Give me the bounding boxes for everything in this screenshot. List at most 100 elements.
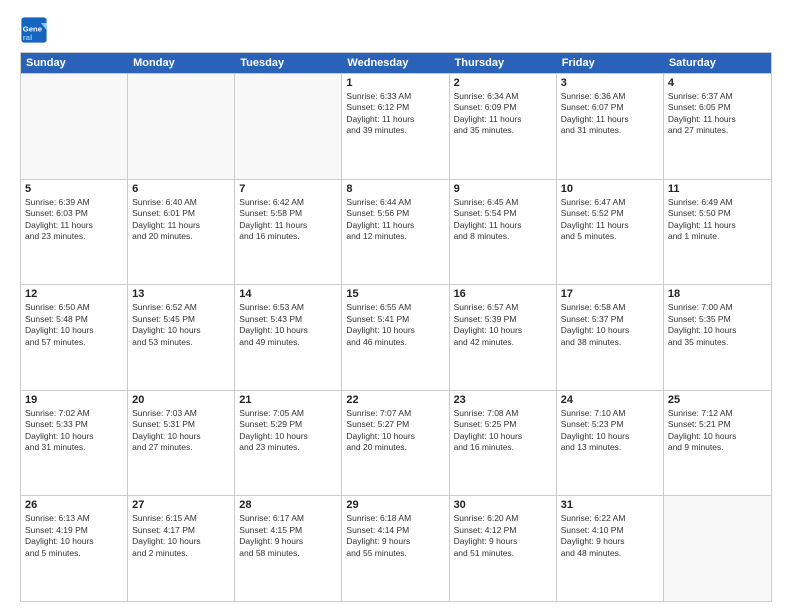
day-number: 6 — [132, 183, 230, 195]
day-number: 24 — [561, 394, 659, 406]
day-number: 26 — [25, 499, 123, 511]
cell-text: Sunrise: 6:50 AMSunset: 5:48 PMDaylight:… — [25, 302, 123, 348]
day-number: 27 — [132, 499, 230, 511]
calendar-week-2: 5 Sunrise: 6:39 AMSunset: 6:03 PMDaylight… — [21, 179, 771, 285]
calendar-cell: 20 Sunrise: 7:03 AMSunset: 5:31 PMDayligh… — [128, 391, 235, 496]
cell-text: Sunrise: 6:13 AMSunset: 4:19 PMDaylight:… — [25, 513, 123, 559]
cell-text: Sunrise: 7:05 AMSunset: 5:29 PMDaylight:… — [239, 408, 337, 454]
svg-text:Gene: Gene — [23, 24, 43, 33]
calendar-cell: 13 Sunrise: 6:52 AMSunset: 5:45 PMDayligh… — [128, 285, 235, 390]
day-number: 23 — [454, 394, 552, 406]
calendar-cell: 31Sunrise: 6:22 AMSunset: 4:10 PMDayligh… — [557, 496, 664, 601]
day-number: 5 — [25, 183, 123, 195]
calendar-body: 1Sunrise: 6:33 AMSunset: 6:12 PMDaylight… — [21, 73, 771, 601]
calendar-cell: 23Sunrise: 7:08 AMSunset: 5:25 PMDayligh… — [450, 391, 557, 496]
calendar-cell: 26 Sunrise: 6:13 AMSunset: 4:19 PMDayligh… — [21, 496, 128, 601]
calendar-cell: 28Sunrise: 6:17 AMSunset: 4:15 PMDayligh… — [235, 496, 342, 601]
cell-text: Sunrise: 6:20 AMSunset: 4:12 PMDaylight:… — [454, 513, 552, 559]
calendar-header-sunday: Sunday — [21, 53, 128, 73]
day-number: 3 — [561, 77, 659, 89]
calendar-cell: 4 Sunrise: 6:37 AMSunset: 6:05 PMDaylight… — [664, 74, 771, 179]
calendar-cell: 14 Sunrise: 6:53 AMSunset: 5:43 PMDayligh… — [235, 285, 342, 390]
cell-text: Sunrise: 6:40 AMSunset: 6:01 PMDaylight:… — [132, 197, 230, 243]
day-number: 11 — [668, 183, 767, 195]
day-number: 14 — [239, 288, 337, 300]
calendar-cell: 25 Sunrise: 7:12 AMSunset: 5:21 PMDayligh… — [664, 391, 771, 496]
calendar-cell: 12 Sunrise: 6:50 AMSunset: 5:48 PMDayligh… — [21, 285, 128, 390]
calendar-cell: 2 Sunrise: 6:34 AMSunset: 6:09 PMDaylight… — [450, 74, 557, 179]
day-number: 7 — [239, 183, 337, 195]
calendar-cell: 24 Sunrise: 7:10 AMSunset: 5:23 PMDayligh… — [557, 391, 664, 496]
calendar-cell: 11 Sunrise: 6:49 AMSunset: 5:50 PMDayligh… — [664, 180, 771, 285]
calendar-cell: 29 Sunrise: 6:18 AMSunset: 4:14 PMDayligh… — [342, 496, 449, 601]
calendar-cell: 8 Sunrise: 6:44 AMSunset: 5:56 PMDaylight… — [342, 180, 449, 285]
cell-text: Sunrise: 7:07 AMSunset: 5:27 PMDaylight:… — [346, 408, 444, 454]
day-number: 25 — [668, 394, 767, 406]
calendar-cell — [21, 74, 128, 179]
calendar-cell — [128, 74, 235, 179]
cell-text: Sunrise: 6:18 AMSunset: 4:14 PMDaylight:… — [346, 513, 444, 559]
header: Gene ral — [20, 16, 772, 44]
logo: Gene ral — [20, 16, 52, 44]
calendar-cell — [664, 496, 771, 601]
calendar-header-saturday: Saturday — [664, 53, 771, 73]
calendar-week-4: 19 Sunrise: 7:02 AMSunset: 5:33 PMDayligh… — [21, 390, 771, 496]
calendar-header-monday: Monday — [128, 53, 235, 73]
calendar-cell: 27Sunrise: 6:15 AMSunset: 4:17 PMDayligh… — [128, 496, 235, 601]
cell-text: Sunrise: 7:02 AMSunset: 5:33 PMDaylight:… — [25, 408, 123, 454]
calendar-header-thursday: Thursday — [450, 53, 557, 73]
calendar-cell: 5 Sunrise: 6:39 AMSunset: 6:03 PMDaylight… — [21, 180, 128, 285]
day-number: 13 — [132, 288, 230, 300]
day-number: 2 — [454, 77, 552, 89]
calendar-cell: 15Sunrise: 6:55 AMSunset: 5:41 PMDayligh… — [342, 285, 449, 390]
cell-text: Sunrise: 6:44 AMSunset: 5:56 PMDaylight:… — [346, 197, 444, 243]
logo-icon: Gene ral — [20, 16, 48, 44]
cell-text: Sunrise: 6:39 AMSunset: 6:03 PMDaylight:… — [25, 197, 123, 243]
cell-text: Sunrise: 7:12 AMSunset: 5:21 PMDaylight:… — [668, 408, 767, 454]
calendar-cell: 6 Sunrise: 6:40 AMSunset: 6:01 PMDaylight… — [128, 180, 235, 285]
calendar-cell: 21 Sunrise: 7:05 AMSunset: 5:29 PMDayligh… — [235, 391, 342, 496]
day-number: 4 — [668, 77, 767, 89]
cell-text: Sunrise: 6:22 AMSunset: 4:10 PMDaylight:… — [561, 513, 659, 559]
day-number: 29 — [346, 499, 444, 511]
day-number: 10 — [561, 183, 659, 195]
calendar: SundayMondayTuesdayWednesdayThursdayFrid… — [20, 52, 772, 602]
day-number: 15 — [346, 288, 444, 300]
calendar-cell: 18Sunrise: 7:00 AMSunset: 5:35 PMDayligh… — [664, 285, 771, 390]
calendar-week-5: 26 Sunrise: 6:13 AMSunset: 4:19 PMDayligh… — [21, 495, 771, 601]
cell-text: Sunrise: 6:52 AMSunset: 5:45 PMDaylight:… — [132, 302, 230, 348]
svg-text:ral: ral — [23, 33, 32, 42]
day-number: 19 — [25, 394, 123, 406]
calendar-cell: 9 Sunrise: 6:45 AMSunset: 5:54 PMDaylight… — [450, 180, 557, 285]
day-number: 16 — [454, 288, 552, 300]
day-number: 12 — [25, 288, 123, 300]
day-number: 8 — [346, 183, 444, 195]
calendar-cell: 1Sunrise: 6:33 AMSunset: 6:12 PMDaylight… — [342, 74, 449, 179]
day-number: 28 — [239, 499, 337, 511]
calendar-header-wednesday: Wednesday — [342, 53, 449, 73]
cell-text: Sunrise: 6:49 AMSunset: 5:50 PMDaylight:… — [668, 197, 767, 243]
cell-text: Sunrise: 7:03 AMSunset: 5:31 PMDaylight:… — [132, 408, 230, 454]
day-number: 20 — [132, 394, 230, 406]
cell-text: Sunrise: 6:58 AMSunset: 5:37 PMDaylight:… — [561, 302, 659, 348]
calendar-header: SundayMondayTuesdayWednesdayThursdayFrid… — [21, 53, 771, 73]
day-number: 21 — [239, 394, 337, 406]
day-number: 18 — [668, 288, 767, 300]
day-number: 22 — [346, 394, 444, 406]
cell-text: Sunrise: 6:37 AMSunset: 6:05 PMDaylight:… — [668, 91, 767, 137]
day-number: 1 — [346, 77, 444, 89]
calendar-cell: 30 Sunrise: 6:20 AMSunset: 4:12 PMDayligh… — [450, 496, 557, 601]
day-number: 17 — [561, 288, 659, 300]
cell-text: Sunrise: 6:45 AMSunset: 5:54 PMDaylight:… — [454, 197, 552, 243]
calendar-header-tuesday: Tuesday — [235, 53, 342, 73]
calendar-cell: 17 Sunrise: 6:58 AMSunset: 5:37 PMDayligh… — [557, 285, 664, 390]
cell-text: Sunrise: 6:53 AMSunset: 5:43 PMDaylight:… — [239, 302, 337, 348]
calendar-cell — [235, 74, 342, 179]
calendar-cell: 19 Sunrise: 7:02 AMSunset: 5:33 PMDayligh… — [21, 391, 128, 496]
day-number: 9 — [454, 183, 552, 195]
cell-text: Sunrise: 7:10 AMSunset: 5:23 PMDaylight:… — [561, 408, 659, 454]
calendar-header-friday: Friday — [557, 53, 664, 73]
cell-text: Sunrise: 6:34 AMSunset: 6:09 PMDaylight:… — [454, 91, 552, 137]
calendar-week-3: 12 Sunrise: 6:50 AMSunset: 5:48 PMDayligh… — [21, 284, 771, 390]
day-number: 30 — [454, 499, 552, 511]
